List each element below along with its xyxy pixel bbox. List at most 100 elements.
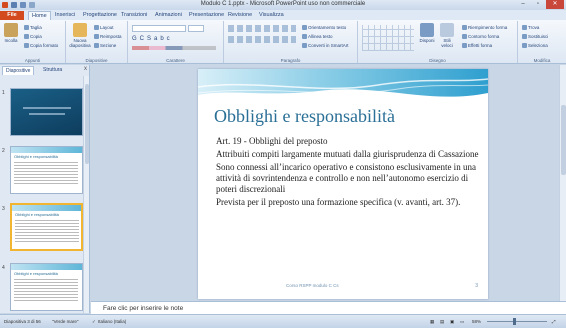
tab-outline[interactable]: Struttura [40,66,65,75]
copy-icon [24,34,29,40]
zoom-level[interactable]: 58% [472,319,481,324]
scrollbar-thumb[interactable] [561,105,566,175]
shape-fill-button[interactable]: Riempimento forma [462,25,507,31]
spellcheck-icon[interactable]: ✓ [92,319,96,325]
replace-icon [522,34,527,40]
section-button[interactable]: Sezione [94,43,116,49]
align-text-button[interactable]: Allinea testo [302,34,333,40]
pane-tabs: Diapositive Struttura x [0,65,90,75]
reset-button[interactable]: Reimposta [94,34,122,40]
view-sorter-icon[interactable]: ▤ [440,319,444,325]
slide-title[interactable]: Obblighi e responsabilità [214,106,395,127]
thumbnail-scrollbar[interactable] [83,76,89,313]
current-slide[interactable]: Obblighi e responsabilità Art. 19 - Obbl… [198,69,488,299]
slide-editor: Obblighi e responsabilità Art. 19 - Obbl… [91,65,566,301]
align-text-icon [302,34,307,40]
align-buttons[interactable] [228,36,296,43]
styles-icon [440,23,454,37]
tab-transitions[interactable]: Transizioni [118,11,150,20]
close-button[interactable]: ✕ [546,0,564,9]
binoculars-icon [522,25,527,31]
slide-thumbnail-3[interactable]: Obblighi e responsabilità [10,203,83,251]
thumb-number: 2 [2,148,5,154]
font-size-combobox[interactable] [188,25,204,32]
thumb-wave [11,147,82,153]
zoom-slider[interactable] [487,318,547,325]
shape-outline-button[interactable]: Contorno forma [462,34,499,40]
theme-name: "Verde mare" [52,319,79,324]
tab-view[interactable]: Visualizza [256,11,287,20]
slide-counter: Diapositiva 3 di 56 [4,319,41,324]
close-pane-icon[interactable]: x [84,66,87,72]
thumb-number: 3 [2,206,5,212]
tab-file[interactable]: File [0,11,24,20]
slide-thumbnail-4[interactable]: Obblighi e responsabilità [10,263,83,311]
slide-line: Attribuiti compiti largamente mutuati da… [216,149,479,159]
find-button[interactable]: Trova [522,25,539,31]
copy-button[interactable]: Copia [24,34,42,40]
group-paragraph: Orientamento testo Allinea testo Convert… [224,21,358,63]
view-reading-icon[interactable]: ▣ [450,319,454,325]
tab-animations[interactable]: Animazioni [152,11,185,20]
clipboard-icon [4,23,18,37]
replace-button[interactable]: Sostituisci [522,34,548,40]
arrange-icon [420,23,434,37]
outline-icon [462,34,467,40]
group-editing: Trova Sostituisci Seleziona Modifica [518,21,566,63]
format-painter-button[interactable]: Copia formato [24,43,58,49]
quick-styles-button[interactable]: Stili veloci [438,23,456,51]
slides-pane: Diapositive Struttura x 1 2 Obblighi e r… [0,65,90,313]
group-slides: Nuova diapositiva Layout Reimposta Sezio… [66,21,128,63]
header-wave [198,69,488,97]
fit-window-icon[interactable]: ⤢ [552,319,556,324]
brush-icon [24,43,29,49]
minimize-button[interactable]: – [516,0,530,9]
new-slide-button[interactable]: Nuova diapositiva [69,23,91,51]
thumb-title: Obblighi e responsabilità [14,154,58,159]
tab-design[interactable]: Progettazione [80,11,120,20]
slide-footer: Corso RSPP modulo C Cs [286,283,339,288]
list-buttons[interactable] [228,25,296,32]
font-color-row[interactable] [132,46,216,50]
tab-slides[interactable]: Diapositive [2,66,35,75]
group-font: GCSabc Carattere [128,21,224,63]
scissors-icon [24,25,29,31]
select-button[interactable]: Seleziona [522,43,548,49]
paste-button[interactable]: Incolla [2,23,20,51]
thumb-wave [12,205,81,211]
tab-home[interactable]: Home [28,11,51,20]
slide-thumbnail-1[interactable] [10,88,83,136]
scrollbar-thumb[interactable] [85,84,89,164]
slide-number: 3 [475,283,478,289]
smartart-button[interactable]: Converti in SmartArt [302,43,349,49]
font-format-buttons[interactable]: GCSabc [132,36,173,42]
shapes-gallery[interactable] [362,25,414,51]
cut-button[interactable]: Taglia [24,25,42,31]
effects-icon [462,43,467,49]
tab-insert[interactable]: Inserisci [52,11,78,20]
title-bar: Modulo C 1.pptx - Microsoft PowerPoint u… [0,0,566,10]
view-slideshow-icon[interactable]: ▭ [460,319,464,325]
arrange-button[interactable]: Disponi [418,23,436,51]
zoom-knob[interactable] [513,318,516,325]
slide-line: Prevista per il preposto una formazione … [216,197,461,208]
font-name-combobox[interactable] [132,25,186,32]
view-normal-icon[interactable]: ▦ [430,319,434,325]
slide-line: Sono connessi all’incarico operativo e c… [216,162,476,195]
thumb-text [15,220,79,242]
tab-slideshow[interactable]: Presentazione [186,11,227,20]
tab-review[interactable]: Revisione [225,11,255,20]
select-icon [522,43,527,49]
shape-effects-button[interactable]: Effetti forma [462,43,492,49]
layout-button[interactable]: Layout [94,25,114,31]
editor-scrollbar[interactable] [559,65,566,301]
slide-thumbnail-2[interactable]: Obblighi e responsabilità [10,146,83,194]
maximize-button[interactable]: ▫ [531,0,545,9]
section-icon [94,43,99,49]
slide-body[interactable]: Art. 19 - Obblighi del preposto Attribui… [216,136,481,210]
smartart-icon [302,43,307,49]
text-direction-button[interactable]: Orientamento testo [302,25,346,31]
thumb-text [14,279,78,301]
language[interactable]: Italiano (Italia) [98,319,126,324]
notes-pane[interactable]: Fare clic per inserire le note [91,301,566,314]
